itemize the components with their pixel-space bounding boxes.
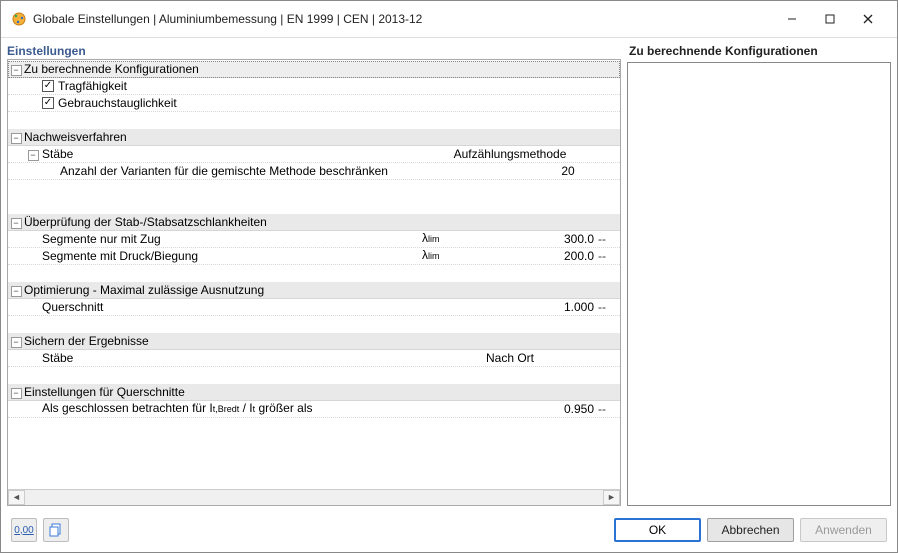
label-carry: Tragfähigkeit <box>58 78 422 95</box>
value-closed[interactable]: 0.950 <box>542 401 598 418</box>
label-tension: Segmente nur mit Zug <box>42 231 422 248</box>
copy-icon <box>49 523 63 537</box>
settings-title: Einstellungen <box>7 44 621 59</box>
row-service[interactable]: ✓ Gebrauchstauglichkeit <box>8 95 620 112</box>
row-limit-variants[interactable]: Anzahl der Varianten für die gemischte M… <box>8 163 620 180</box>
collapse-icon[interactable]: − <box>11 218 22 229</box>
value-save-bars[interactable]: Nach Ort <box>422 350 598 367</box>
row-tension[interactable]: Segmente nur mit Zug λlim 300.0 -- <box>8 231 620 248</box>
value-bending[interactable]: 200.0 <box>542 248 598 265</box>
window-title: Globale Einstellungen | Aluminiumbemessu… <box>33 12 773 26</box>
spacer-row <box>8 367 620 384</box>
section-save[interactable]: − Sichern der Ergebnisse <box>8 333 620 350</box>
spacer-row <box>8 112 620 129</box>
unit-tension: -- <box>598 231 620 248</box>
row-bending[interactable]: Segmente mit Druck/Biegung λlim 200.0 -- <box>8 248 620 265</box>
section-slender-label: Überprüfung der Stab-/Stabsatzschlankhei… <box>24 214 422 231</box>
section-opt[interactable]: − Optimierung - Maximal zulässige Ausnut… <box>8 282 620 299</box>
value-tension[interactable]: 300.0 <box>542 231 598 248</box>
bottom-bar: 0,00 OK Abbrechen Anwenden <box>1 512 897 552</box>
unit-bending: -- <box>598 248 620 265</box>
section-configs-label: Zu berechnende Konfigurationen <box>24 61 422 78</box>
label-service: Gebrauchstauglichkeit <box>58 95 422 112</box>
close-button[interactable] <box>849 7 887 31</box>
label-bars: Stäbe <box>42 146 422 163</box>
section-method[interactable]: − Nachweisverfahren <box>8 129 620 146</box>
label-closed: Als geschlossen betrachten für It,Bredt … <box>42 400 422 418</box>
horizontal-scrollbar[interactable]: ◄ ► <box>8 489 620 505</box>
maximize-button[interactable] <box>811 7 849 31</box>
app-icon <box>11 11 27 27</box>
collapse-icon[interactable]: − <box>11 337 22 348</box>
copy-button[interactable] <box>43 518 69 542</box>
section-slender[interactable]: − Überprüfung der Stab-/Stabsatzschlankh… <box>8 214 620 231</box>
collapse-icon[interactable]: − <box>11 65 22 76</box>
label-bending: Segmente mit Druck/Biegung <box>42 248 422 265</box>
collapse-icon[interactable]: − <box>28 150 39 161</box>
unit-cs-opt: -- <box>598 299 620 316</box>
value-limit-variants[interactable]: 20 <box>542 163 598 180</box>
spacer-row <box>8 180 620 197</box>
value-bars-method[interactable]: Aufzählungsmethode <box>422 146 598 163</box>
checkbox-service[interactable]: ✓ <box>42 97 54 109</box>
section-cs-label: Einstellungen für Querschnitte <box>24 384 422 401</box>
checkbox-carry[interactable]: ✓ <box>42 80 54 92</box>
sym-bending: λlim <box>422 247 542 265</box>
row-closed[interactable]: Als geschlossen betrachten für It,Bredt … <box>8 401 620 418</box>
row-bars[interactable]: − Stäbe Aufzählungsmethode <box>8 146 620 163</box>
label-cs-opt: Querschnitt <box>42 299 422 316</box>
row-cs-opt[interactable]: Querschnitt 1.000 -- <box>8 299 620 316</box>
value-cs-opt[interactable]: 1.000 <box>542 299 598 316</box>
sym-tension: λlim <box>422 230 542 248</box>
settings-tree: − Zu berechnende Konfigurationen ✓ Tragf… <box>8 60 620 489</box>
spacer-row <box>8 316 620 333</box>
section-save-label: Sichern der Ergebnisse <box>24 333 422 350</box>
row-carry[interactable]: ✓ Tragfähigkeit <box>8 78 620 95</box>
unit-closed: -- <box>598 401 620 418</box>
scroll-left-icon[interactable]: ◄ <box>8 490 25 505</box>
scroll-right-icon[interactable]: ► <box>603 490 620 505</box>
units-button[interactable]: 0,00 <box>11 518 37 542</box>
apply-button: Anwenden <box>800 518 887 542</box>
spacer-row <box>8 265 620 282</box>
section-opt-label: Optimierung - Maximal zulässige Ausnutzu… <box>24 282 422 299</box>
ok-button[interactable]: OK <box>614 518 701 542</box>
label-limit-variants: Anzahl der Varianten für die gemischte M… <box>60 163 422 180</box>
titlebar: Globale Einstellungen | Aluminiumbemessu… <box>1 1 897 38</box>
label-save-bars: Stäbe <box>42 350 422 367</box>
collapse-icon[interactable]: − <box>11 388 22 399</box>
section-cs[interactable]: − Einstellungen für Querschnitte <box>8 384 620 401</box>
right-title: Zu berechnende Konfigurationen <box>627 44 891 62</box>
row-save-bars[interactable]: Stäbe Nach Ort <box>8 350 620 367</box>
minimize-button[interactable] <box>773 7 811 31</box>
section-configs[interactable]: − Zu berechnende Konfigurationen <box>8 61 620 78</box>
spacer-row <box>8 197 620 214</box>
right-panel <box>627 62 891 506</box>
collapse-icon[interactable]: − <box>11 286 22 297</box>
cancel-button[interactable]: Abbrechen <box>707 518 794 542</box>
collapse-icon[interactable]: − <box>11 133 22 144</box>
section-method-label: Nachweisverfahren <box>24 129 422 146</box>
